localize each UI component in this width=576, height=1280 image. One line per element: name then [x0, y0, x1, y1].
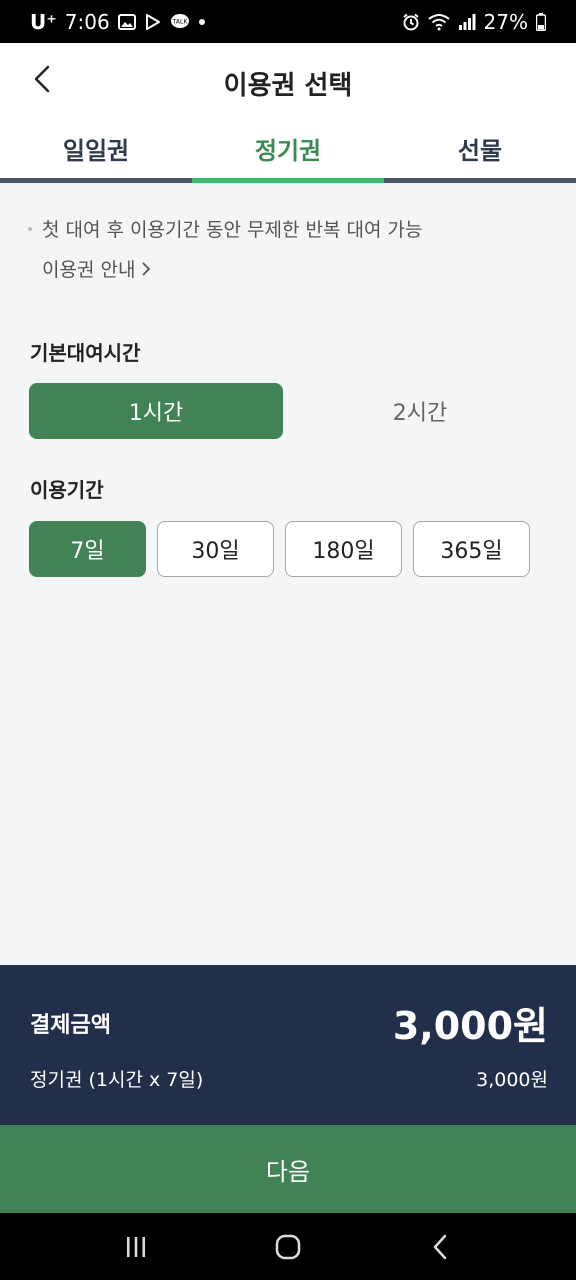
period-options: 7일 30일 180일 365일 [29, 521, 530, 577]
basic-time-options: 1시간 2시간 [29, 383, 547, 439]
wifi-icon [427, 13, 450, 31]
payment-description: 정기권 (1시간 x 7일) [30, 1069, 204, 1091]
ticket-tabs: 일일권 정기권 선물 [0, 123, 576, 183]
period-option-180d[interactable]: 180일 [285, 521, 402, 577]
payment-label: 결제금액 [30, 1013, 111, 1038]
tab-daily[interactable]: 일일권 [0, 123, 192, 183]
period-option-7d[interactable]: 7일 [29, 521, 146, 577]
page-title: 이용권 선택 [223, 71, 353, 101]
info-description: 첫 대여 후 이용기간 동안 무제한 반복 대여 가능 [28, 215, 422, 242]
period-option-365d[interactable]: 365일 [413, 521, 530, 577]
dot-icon [198, 18, 206, 26]
tab-regular[interactable]: 정기권 [192, 123, 384, 183]
clock: 7:06 [64, 9, 110, 34]
tab-label: 선물 [457, 137, 503, 165]
time-option-1h[interactable]: 1시간 [29, 383, 283, 439]
svg-text:TALK: TALK [171, 18, 188, 25]
status-bar: U⁺ 7:06 TALK 27% [0, 0, 576, 43]
period-label: 이용기간 [30, 478, 104, 502]
system-nav-bar [0, 1213, 576, 1280]
carrier-label: U⁺ [30, 9, 57, 34]
status-left: U⁺ 7:06 TALK [30, 10, 206, 34]
payment-total: 3,000원 [392, 1004, 548, 1048]
basic-time-label: 기본대여시간 [30, 341, 141, 365]
battery-percent: 27% [483, 9, 528, 34]
signal-icon [458, 13, 476, 31]
app-header: 이용권 선택 [0, 43, 576, 123]
recent-apps-icon [127, 1236, 145, 1257]
battery-icon [536, 12, 546, 31]
payment-description-amount: 3,000원 [476, 1069, 548, 1091]
ticket-content: 첫 대여 후 이용기간 동안 무제한 반복 대여 가능 이용권 안내 기본대여시… [0, 183, 576, 965]
payment-panel: 결제금액 3,000원 정기권 (1시간 x 7일) 3,000원 [0, 965, 576, 1125]
play-store-icon [144, 13, 162, 31]
ticket-guide-link[interactable]: 이용권 안내 [42, 255, 151, 282]
home-button[interactable] [258, 1222, 318, 1272]
back-icon [433, 1234, 447, 1259]
tab-label: 일일권 [62, 137, 130, 165]
time-option-2h[interactable]: 2시간 [293, 383, 547, 439]
info-text: 첫 대여 후 이용기간 동안 무제한 반복 대여 가능 [42, 219, 423, 241]
alarm-icon [402, 13, 420, 31]
period-option-30d[interactable]: 30일 [157, 521, 274, 577]
talk-icon: TALK [170, 13, 190, 31]
tab-label: 정기권 [254, 137, 322, 165]
image-icon [117, 13, 136, 30]
next-button[interactable]: 다음 [0, 1125, 576, 1213]
bullet-icon [28, 226, 32, 231]
home-icon [275, 1234, 301, 1259]
tab-gift[interactable]: 선물 [384, 123, 576, 183]
guide-link-label: 이용권 안내 [42, 259, 136, 281]
recent-apps-button[interactable] [106, 1222, 166, 1272]
chevron-right-icon [142, 261, 151, 276]
system-back-button[interactable] [410, 1222, 470, 1272]
status-right: 27% [402, 10, 546, 34]
